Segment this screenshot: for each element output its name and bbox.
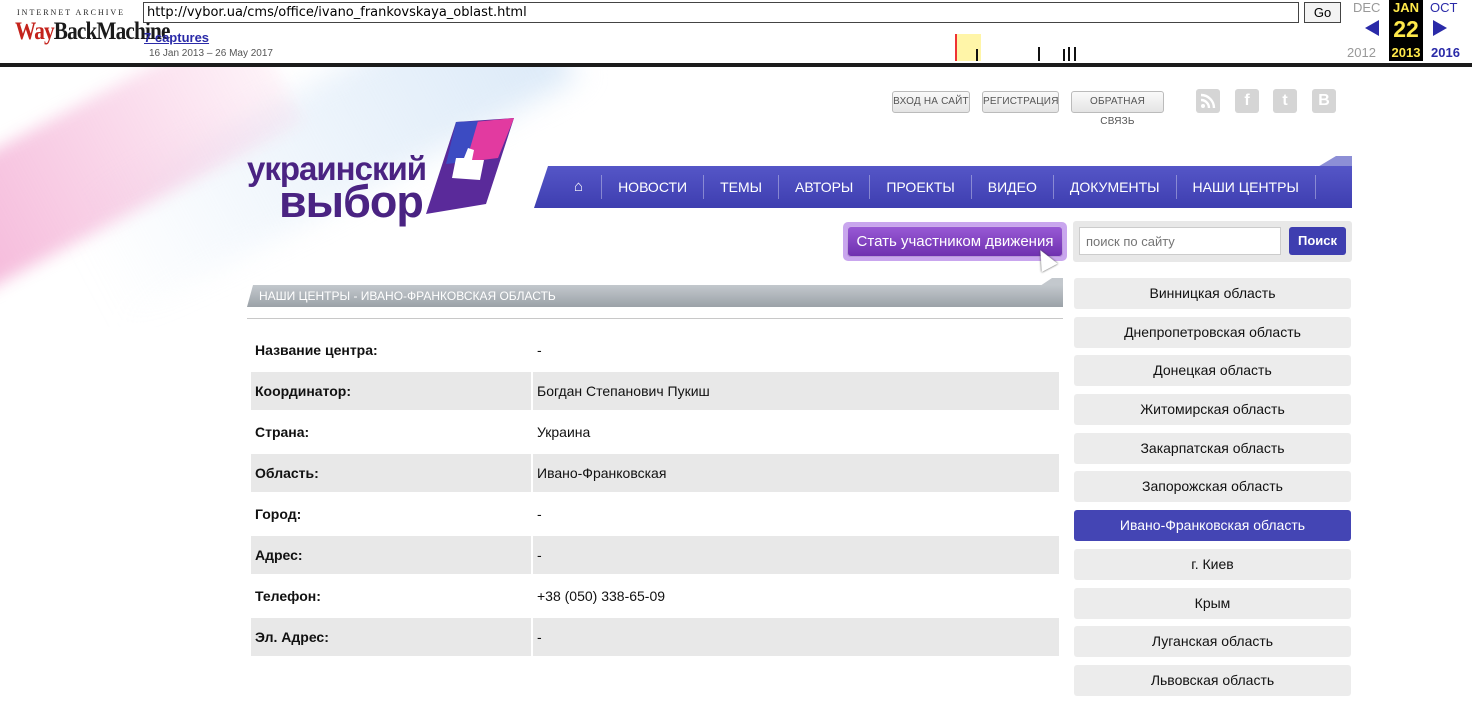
table-row: Город: - (251, 495, 1059, 533)
info-label: Адрес: (251, 536, 531, 574)
register-link[interactable]: РЕГИСТРАЦИЯ (982, 91, 1059, 113)
wayback-go-button[interactable]: Go (1304, 2, 1341, 23)
region-item[interactable]: г. Киев (1074, 548, 1351, 580)
info-value: - (533, 618, 1059, 656)
nav-item-topics[interactable]: ТЕМЫ (704, 175, 780, 199)
region-item[interactable]: Крым (1074, 587, 1351, 619)
wayback-next-year[interactable]: 2016 (1431, 45, 1460, 60)
info-value: +38 (050) 338-65-09 (537, 588, 666, 604)
region-item-active[interactable]: Ивано-Франковская область (1074, 510, 1351, 542)
section-header-tab (1040, 278, 1063, 286)
main-nav: ⌂ НОВОСТИ ТЕМЫ АВТОРЫ ПРОЕКТЫ ВИДЕО ДОКУ… (534, 166, 1352, 208)
info-value: Ивано-Франковская (533, 454, 1059, 492)
section-divider (247, 318, 1063, 319)
nav-home-icon[interactable]: ⌂ (556, 175, 603, 199)
info-value: Богдан Степанович Пукиш (533, 372, 1059, 410)
wayback-captures-link[interactable]: 7 captures (144, 30, 209, 45)
table-row: Область: Ивано-Франковская (251, 454, 1059, 492)
search-box: Поиск (1073, 221, 1352, 262)
region-item[interactable]: Днепропетровская область (1074, 316, 1351, 348)
wayback-prev-year[interactable]: 2012 (1347, 45, 1376, 60)
nav-item-authors[interactable]: АВТОРЫ (779, 175, 871, 199)
center-info-table: Название центра: - Координатор: Богдан Сте… (249, 328, 1061, 659)
table-row: Телефон: +38 (050) 338-65-09 (251, 577, 1059, 615)
section-header: НАШИ ЦЕНТРЫ - ИВАНО-ФРАНКОВСКАЯ ОБЛАСТЬ (247, 285, 1063, 307)
wayback-sparkline[interactable] (487, 34, 1337, 61)
sparkline-bar (1068, 47, 1070, 61)
table-row: Адрес: - (251, 536, 1059, 574)
wayback-logo-way: Way (15, 18, 55, 45)
region-item[interactable]: Запорожская область (1074, 471, 1351, 503)
wayback-prev-month[interactable]: DEC (1353, 0, 1380, 15)
logo-line-2: выбор (279, 176, 424, 227)
region-item[interactable]: Житомирская область (1074, 394, 1351, 426)
info-value: - (537, 506, 542, 522)
table-row: Эл. Адрес: - (251, 618, 1059, 656)
feedback-link[interactable]: ОБРАТНАЯ СВЯЗЬ (1071, 91, 1164, 127)
wayback-logo-caption: INTERNET ARCHIVE (17, 8, 126, 17)
vk-icon[interactable]: B (1312, 89, 1336, 113)
login-link[interactable]: ВХОД НА САЙТ (892, 91, 970, 113)
section-title: НАШИ ЦЕНТРЫ - ИВАНО-ФРАНКОВСКАЯ ОБЛАСТЬ (259, 289, 556, 303)
search-input[interactable] (1079, 227, 1281, 255)
info-value: - (533, 536, 1059, 574)
next-arrow-icon[interactable] (1433, 20, 1447, 36)
join-movement-label: Стать участником движения (847, 226, 1063, 257)
info-label: Телефон: (255, 588, 321, 604)
region-item[interactable]: Закарпатская область (1074, 432, 1351, 464)
wayback-current-year: 2013 (1391, 45, 1421, 60)
search-button[interactable]: Поиск (1289, 227, 1346, 255)
facebook-icon[interactable]: f (1235, 89, 1259, 113)
table-row: Название центра: - (251, 331, 1059, 369)
rss-icon[interactable] (1196, 89, 1220, 113)
decor-pink-stripe (0, 67, 304, 319)
wayback-toolbar: INTERNET ARCHIVE WayBackMachine http://v… (0, 0, 1472, 67)
region-item[interactable]: Донецкая область (1074, 355, 1351, 387)
region-item[interactable]: Львовская область (1074, 664, 1351, 696)
info-label: Название центра: (255, 342, 378, 358)
prev-arrow-icon[interactable] (1365, 20, 1379, 36)
info-label: Страна: (255, 424, 310, 440)
thumbs-up-logo-icon (426, 118, 514, 214)
nav-item-projects[interactable]: ПРОЕКТЫ (870, 175, 972, 199)
wayback-current-day: 22 (1393, 16, 1419, 42)
info-label: Эл. Адрес: (251, 618, 531, 656)
sparkline-bar (1063, 49, 1065, 61)
nav-item-news[interactable]: НОВОСТИ (602, 175, 705, 199)
region-list: Винницкая область Днепропетровская облас… (1074, 278, 1351, 704)
wayback-next-month[interactable]: OCT (1430, 0, 1457, 15)
table-row: Координатор: Богдан Степанович Пукиш (251, 372, 1059, 410)
info-value: - (537, 342, 542, 358)
region-item[interactable]: Луганская область (1074, 626, 1351, 658)
wayback-capture-range: 16 Jan 2013 – 26 May 2017 (149, 48, 273, 59)
info-label: Город: (255, 506, 302, 522)
wayback-url-input[interactable]: http://vybor.ua/cms/office/ivano_frankov… (143, 2, 1299, 23)
table-row: Страна: Украина (251, 413, 1059, 451)
info-label: Область: (251, 454, 531, 492)
info-value: Украина (537, 424, 591, 440)
nav-item-documents[interactable]: ДОКУМЕНТЫ (1054, 175, 1177, 199)
info-label: Координатор: (251, 372, 531, 410)
nav-item-video[interactable]: ВИДЕО (972, 175, 1054, 199)
sparkline-bar (976, 49, 978, 61)
sparkline-bar (1074, 47, 1076, 61)
nav-item-our-centers[interactable]: НАШИ ЦЕНТРЫ (1177, 175, 1316, 199)
region-item[interactable]: Винницкая область (1074, 278, 1351, 309)
tumblr-icon[interactable]: t (1273, 89, 1297, 113)
sparkline-bar (1038, 47, 1040, 61)
